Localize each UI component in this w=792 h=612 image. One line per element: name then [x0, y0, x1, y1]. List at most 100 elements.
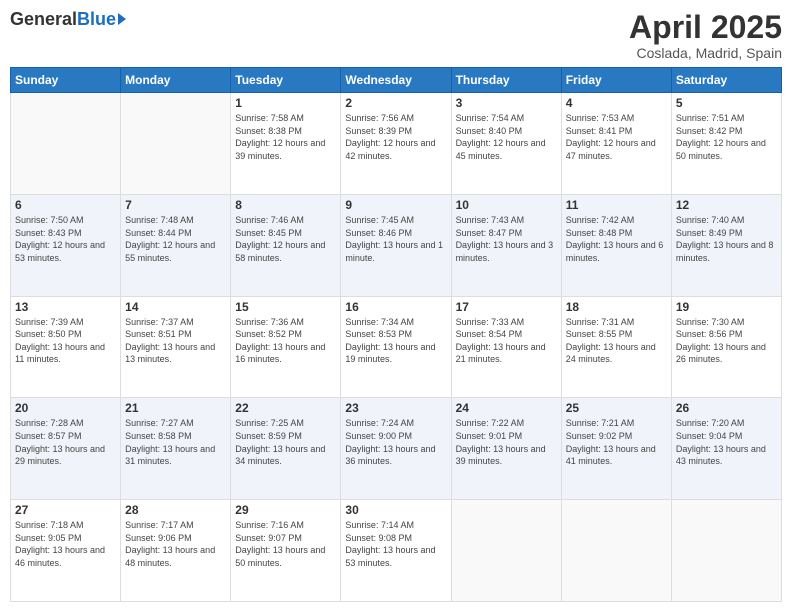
day-number: 10	[456, 198, 557, 212]
table-row: 22 Sunrise: 7:25 AMSunset: 8:59 PMDayligh…	[231, 398, 341, 500]
day-info: Sunrise: 7:34 AMSunset: 8:53 PMDaylight:…	[345, 316, 446, 366]
header: General Blue April 2025 Coslada, Madrid,…	[10, 10, 782, 61]
day-info: Sunrise: 7:56 AMSunset: 8:39 PMDaylight:…	[345, 112, 446, 162]
day-info: Sunrise: 7:14 AMSunset: 9:08 PMDaylight:…	[345, 519, 446, 569]
logo-arrow-icon	[118, 13, 126, 25]
day-number: 19	[676, 300, 777, 314]
table-row: 14Sunrise: 7:37 AMSunset: 8:51 PMDayligh…	[121, 296, 231, 398]
table-row: 10 Sunrise: 7:43 AMSunset: 8:47 PMDayligh…	[451, 194, 561, 296]
logo: General Blue	[10, 10, 126, 28]
day-number: 20	[15, 401, 116, 415]
day-info: Sunrise: 7:20 AMSunset: 9:04 PMDaylight:…	[676, 417, 777, 467]
day-info: Sunrise: 7:43 AMSunset: 8:47 PMDaylight:…	[456, 214, 557, 264]
calendar-week-row: 6 Sunrise: 7:50 AMSunset: 8:43 PMDaylight…	[11, 194, 782, 296]
day-info: Sunrise: 7:16 AMSunset: 9:07 PMDaylight:…	[235, 519, 336, 569]
day-number: 27	[15, 503, 116, 517]
title-block: April 2025 Coslada, Madrid, Spain	[629, 10, 782, 61]
day-number: 25	[566, 401, 667, 415]
day-number: 23	[345, 401, 446, 415]
table-row	[671, 500, 781, 602]
table-row: 8Sunrise: 7:46 AMSunset: 8:45 PMDaylight…	[231, 194, 341, 296]
day-number: 18	[566, 300, 667, 314]
day-number: 13	[15, 300, 116, 314]
table-row: 2Sunrise: 7:56 AMSunset: 8:39 PMDaylight…	[341, 93, 451, 195]
day-number: 7	[125, 198, 226, 212]
col-thursday: Thursday	[451, 68, 561, 93]
day-number: 5	[676, 96, 777, 110]
day-info: Sunrise: 7:37 AMSunset: 8:51 PMDaylight:…	[125, 316, 226, 366]
day-number: 15	[235, 300, 336, 314]
day-number: 28	[125, 503, 226, 517]
day-number: 8	[235, 198, 336, 212]
table-row: 30 Sunrise: 7:14 AMSunset: 9:08 PMDayligh…	[341, 500, 451, 602]
table-row: 5 Sunrise: 7:51 AMSunset: 8:42 PMDaylight…	[671, 93, 781, 195]
table-row: 20 Sunrise: 7:28 AMSunset: 8:57 PMDayligh…	[11, 398, 121, 500]
table-row: 13 Sunrise: 7:39 AMSunset: 8:50 PMDayligh…	[11, 296, 121, 398]
col-sunday: Sunday	[11, 68, 121, 93]
day-info: Sunrise: 7:50 AMSunset: 8:43 PMDaylight:…	[15, 214, 116, 264]
table-row: 15 Sunrise: 7:36 AMSunset: 8:52 PMDayligh…	[231, 296, 341, 398]
day-number: 26	[676, 401, 777, 415]
col-wednesday: Wednesday	[341, 68, 451, 93]
col-friday: Friday	[561, 68, 671, 93]
table-row: 18 Sunrise: 7:31 AMSunset: 8:55 PMDayligh…	[561, 296, 671, 398]
day-number: 12	[676, 198, 777, 212]
calendar-week-row: 20 Sunrise: 7:28 AMSunset: 8:57 PMDayligh…	[11, 398, 782, 500]
day-info: Sunrise: 7:33 AMSunset: 8:54 PMDaylight:…	[456, 316, 557, 366]
day-number: 6	[15, 198, 116, 212]
col-tuesday: Tuesday	[231, 68, 341, 93]
day-number: 22	[235, 401, 336, 415]
day-info: Sunrise: 7:48 AMSunset: 8:44 PMDaylight:…	[125, 214, 226, 264]
table-row: 7 Sunrise: 7:48 AMSunset: 8:44 PMDaylight…	[121, 194, 231, 296]
table-row: 25 Sunrise: 7:21 AMSunset: 9:02 PMDayligh…	[561, 398, 671, 500]
day-number: 30	[345, 503, 446, 517]
table-row: 17Sunrise: 7:33 AMSunset: 8:54 PMDayligh…	[451, 296, 561, 398]
day-info: Sunrise: 7:21 AMSunset: 9:02 PMDaylight:…	[566, 417, 667, 467]
table-row: 27 Sunrise: 7:18 AMSunset: 9:05 PMDayligh…	[11, 500, 121, 602]
table-row: 1 Sunrise: 7:58 AMSunset: 8:38 PMDaylight…	[231, 93, 341, 195]
location: Coslada, Madrid, Spain	[629, 45, 782, 61]
table-row: 19 Sunrise: 7:30 AMSunset: 8:56 PMDayligh…	[671, 296, 781, 398]
calendar-header-row: Sunday Monday Tuesday Wednesday Thursday…	[11, 68, 782, 93]
day-number: 11	[566, 198, 667, 212]
day-info: Sunrise: 7:54 AMSunset: 8:40 PMDaylight:…	[456, 112, 557, 162]
day-info: Sunrise: 7:40 AMSunset: 8:49 PMDaylight:…	[676, 214, 777, 264]
logo-blue-text: Blue	[77, 10, 126, 28]
day-info: Sunrise: 7:28 AMSunset: 8:57 PMDaylight:…	[15, 417, 116, 467]
table-row: 12 Sunrise: 7:40 AMSunset: 8:49 PMDayligh…	[671, 194, 781, 296]
day-info: Sunrise: 7:18 AMSunset: 9:05 PMDaylight:…	[15, 519, 116, 569]
table-row: 4Sunrise: 7:53 AMSunset: 8:41 PMDaylight…	[561, 93, 671, 195]
day-info: Sunrise: 7:30 AMSunset: 8:56 PMDaylight:…	[676, 316, 777, 366]
day-info: Sunrise: 7:45 AMSunset: 8:46 PMDaylight:…	[345, 214, 446, 264]
table-row	[561, 500, 671, 602]
table-row: 6 Sunrise: 7:50 AMSunset: 8:43 PMDaylight…	[11, 194, 121, 296]
day-number: 9	[345, 198, 446, 212]
table-row: 29 Sunrise: 7:16 AMSunset: 9:07 PMDayligh…	[231, 500, 341, 602]
logo-general-text: General	[10, 10, 77, 28]
day-number: 1	[235, 96, 336, 110]
calendar-week-row: 1 Sunrise: 7:58 AMSunset: 8:38 PMDaylight…	[11, 93, 782, 195]
day-info: Sunrise: 7:58 AMSunset: 8:38 PMDaylight:…	[235, 112, 336, 162]
day-info: Sunrise: 7:31 AMSunset: 8:55 PMDaylight:…	[566, 316, 667, 366]
day-info: Sunrise: 7:53 AMSunset: 8:41 PMDaylight:…	[566, 112, 667, 162]
day-number: 3	[456, 96, 557, 110]
day-number: 29	[235, 503, 336, 517]
table-row: 16 Sunrise: 7:34 AMSunset: 8:53 PMDayligh…	[341, 296, 451, 398]
day-info: Sunrise: 7:17 AMSunset: 9:06 PMDaylight:…	[125, 519, 226, 569]
day-info: Sunrise: 7:25 AMSunset: 8:59 PMDaylight:…	[235, 417, 336, 467]
calendar-table: Sunday Monday Tuesday Wednesday Thursday…	[10, 67, 782, 602]
calendar-week-row: 27 Sunrise: 7:18 AMSunset: 9:05 PMDayligh…	[11, 500, 782, 602]
table-row: 11Sunrise: 7:42 AMSunset: 8:48 PMDayligh…	[561, 194, 671, 296]
table-row: 21Sunrise: 7:27 AMSunset: 8:58 PMDayligh…	[121, 398, 231, 500]
table-row: 28 Sunrise: 7:17 AMSunset: 9:06 PMDayligh…	[121, 500, 231, 602]
table-row	[121, 93, 231, 195]
page: General Blue April 2025 Coslada, Madrid,…	[0, 0, 792, 612]
day-info: Sunrise: 7:39 AMSunset: 8:50 PMDaylight:…	[15, 316, 116, 366]
day-number: 16	[345, 300, 446, 314]
day-info: Sunrise: 7:36 AMSunset: 8:52 PMDaylight:…	[235, 316, 336, 366]
day-info: Sunrise: 7:51 AMSunset: 8:42 PMDaylight:…	[676, 112, 777, 162]
month-year: April 2025	[629, 10, 782, 45]
day-info: Sunrise: 7:24 AMSunset: 9:00 PMDaylight:…	[345, 417, 446, 467]
day-info: Sunrise: 7:27 AMSunset: 8:58 PMDaylight:…	[125, 417, 226, 467]
table-row	[11, 93, 121, 195]
